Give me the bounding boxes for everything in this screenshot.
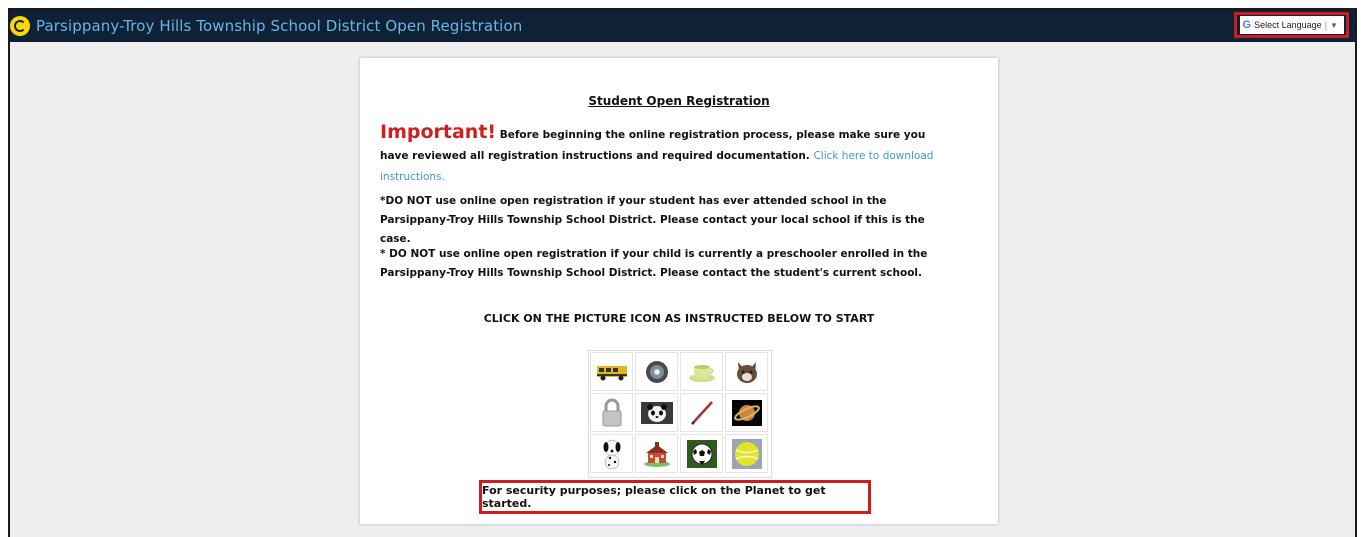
- dalmatian-icon[interactable]: [590, 434, 633, 473]
- bus-icon[interactable]: [590, 352, 633, 391]
- picture-captcha-grid: [588, 350, 772, 478]
- cd-icon[interactable]: [635, 352, 678, 391]
- teacup-icon[interactable]: [680, 352, 723, 391]
- pencil-icon[interactable]: [680, 393, 723, 432]
- page-title: Parsippany-Troy Hills Township School Di…: [36, 17, 523, 35]
- header-bar: Parsippany-Troy Hills Township School Di…: [10, 10, 1355, 42]
- security-instruction: For security purposes; please click on t…: [479, 480, 871, 514]
- language-selector-highlight: G Select Language | ▼: [1234, 12, 1349, 38]
- language-select[interactable]: G Select Language | ▼: [1239, 16, 1344, 34]
- note-preschool: * DO NOT use online open registration if…: [380, 248, 928, 279]
- important-paragraph: Important! Before beginning the online r…: [380, 122, 950, 188]
- card-title: Student Open Registration: [588, 94, 770, 108]
- tennis-ball-icon[interactable]: [725, 434, 768, 473]
- schoolhouse-icon[interactable]: [635, 434, 678, 473]
- cat-icon[interactable]: [725, 352, 768, 391]
- google-icon: G: [1242, 19, 1252, 31]
- registration-card: Student Open Registration Important! Bef…: [360, 58, 998, 524]
- soccer-ball-icon[interactable]: [680, 434, 723, 473]
- padlock-icon[interactable]: [590, 393, 633, 432]
- district-logo-icon: [10, 16, 30, 36]
- note-previous-attendance: *DO NOT use online open registration if …: [380, 195, 925, 245]
- language-separator: |: [1324, 20, 1327, 30]
- planet-icon[interactable]: [725, 393, 768, 432]
- panda-icon[interactable]: [635, 393, 678, 432]
- important-label: Important!: [380, 121, 497, 143]
- language-label: Select Language: [1254, 20, 1322, 30]
- instruction-heading: CLICK ON THE PICTURE ICON AS INSTRUCTED …: [483, 312, 875, 325]
- chevron-down-icon: ▼: [1329, 20, 1338, 30]
